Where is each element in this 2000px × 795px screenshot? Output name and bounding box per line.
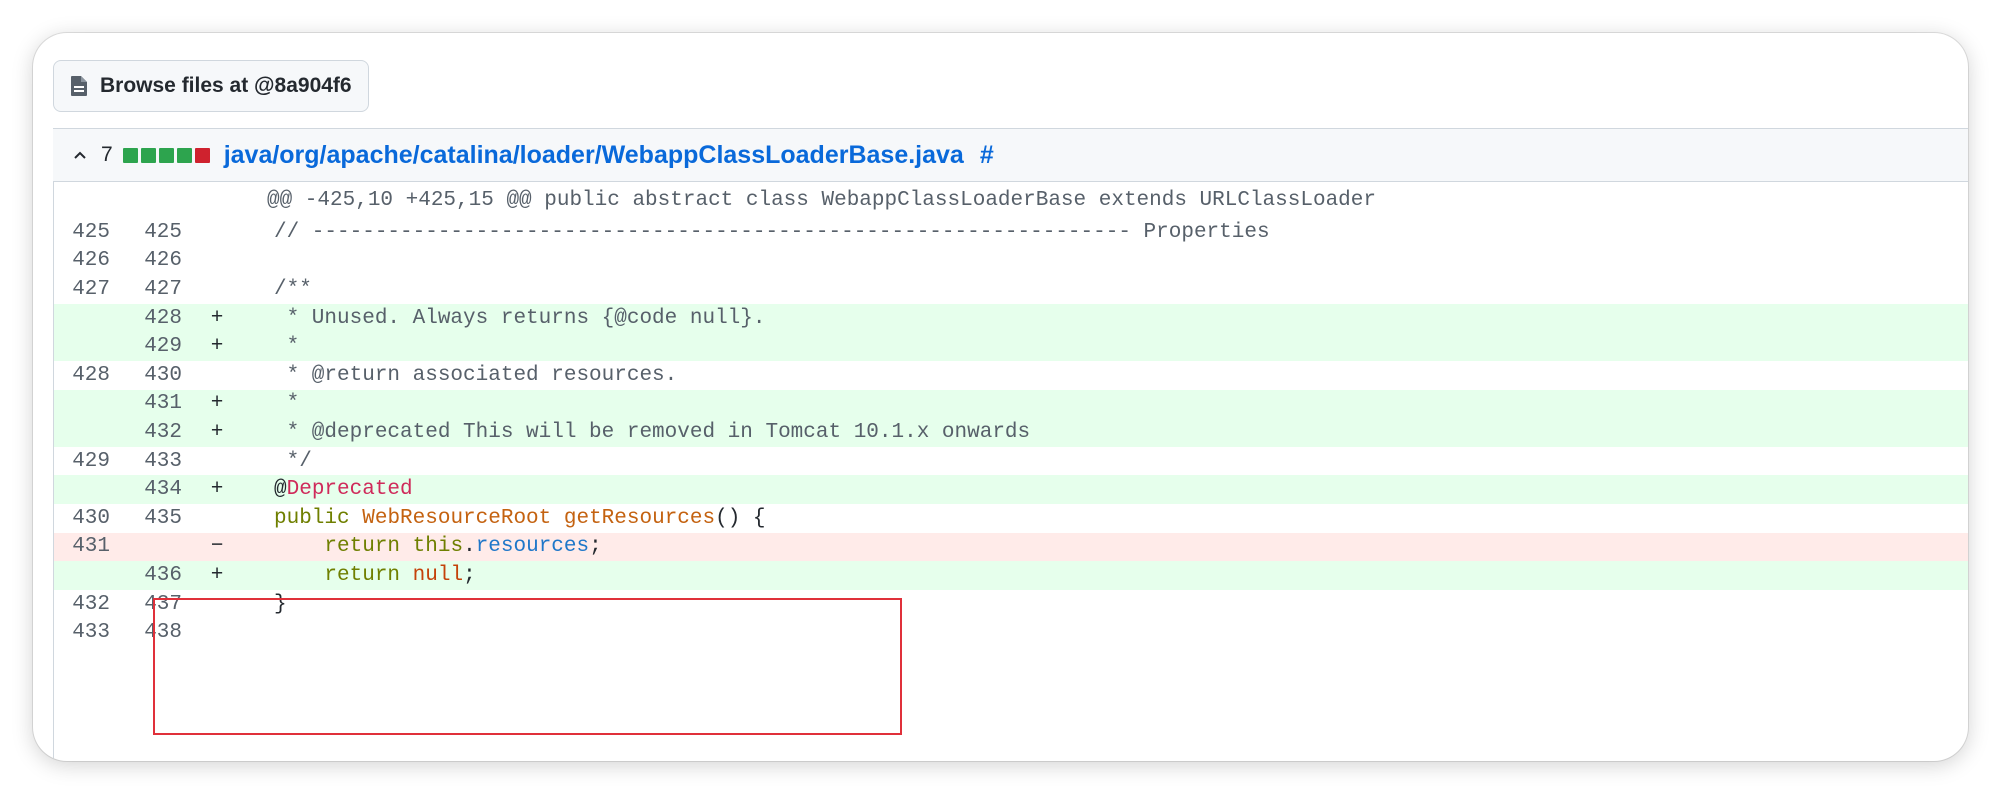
file-icon [70,75,88,97]
chevron-up-icon[interactable] [73,150,89,160]
diffstat-block [176,147,192,163]
old-line-number[interactable]: 433 [54,621,110,644]
new-line-number[interactable]: 435 [110,507,182,530]
new-line-number[interactable]: 437 [110,593,182,616]
change-count: 7 [101,143,113,166]
code-line: * Unused. Always returns {@code null}. [274,306,766,330]
diffstat [122,147,210,163]
diff-line-add: 436 + return null; [54,561,1968,590]
diff-marker: + [210,478,224,502]
diff-line-ctx: 430 435 public WebResourceRoot getResource… [54,504,1968,533]
diffstat-block [158,147,174,163]
code-line: * @deprecated This will be removed in To… [274,420,1031,444]
diff-line-add: 429 + * [54,332,1968,361]
code-line: */ [274,449,312,473]
code-line: @Deprecated [274,478,413,502]
old-line-number[interactable]: 432 [54,593,110,616]
diff-line-add: 432 + * @deprecated This will be removed … [54,418,1968,447]
code-line: return null; [324,563,476,587]
new-line-number[interactable]: 431 [110,392,182,415]
old-line-number[interactable]: 430 [54,507,110,530]
diff-table: @@ -425,10 +425,15 @@ public abstract cl… [53,182,1968,761]
diff-line-ctx: 425 425 // -------------------------------… [54,218,1968,247]
diffstat-block [122,147,138,163]
diff-line-ctx: 429 433 */ [54,447,1968,476]
new-line-number[interactable]: 425 [110,221,182,244]
diff-line-ctx: 433 438 [54,618,1968,647]
old-line-number[interactable]: 429 [54,450,110,473]
new-line-number[interactable]: 432 [110,421,182,444]
new-line-number[interactable]: 427 [110,278,182,301]
new-line-number[interactable]: 434 [110,478,182,501]
diff-marker: + [210,392,224,416]
code-line: public WebResourceRoot getResources() { [274,506,766,530]
diffstat-block [140,147,156,163]
hunk-header-row: @@ -425,10 +425,15 @@ public abstract cl… [54,182,1968,218]
old-line-number[interactable]: 426 [54,249,110,272]
new-line-number[interactable]: 426 [110,249,182,272]
diff-marker: + [210,563,224,587]
diff-line-del: 431 − return this.resources; [54,532,1968,562]
diff-marker: + [210,420,224,444]
hunk-header: @@ -425,10 +425,15 @@ public abstract cl… [267,188,1376,212]
code-line: // -------------------------------------… [274,220,1270,244]
file-header: 7 java/org/apache/catalina/loader/Webapp… [53,128,1968,182]
diffstat-block [194,147,210,163]
diff-line-ctx: 427 427 /** [54,275,1968,304]
diff-marker: + [210,335,224,359]
diff-marker: − [210,535,224,559]
old-line-number[interactable]: 428 [54,364,110,387]
code-line: } [274,592,287,616]
new-line-number[interactable]: 428 [110,307,182,330]
diff-window: Browse files at @8a904f6 7 java/org/apac… [33,33,1968,761]
diff-line-ctx: 432 437} [54,590,1968,619]
code-line: return this.resources; [324,535,602,559]
code-line: * @return associated resources. [274,363,678,387]
file-path-link[interactable]: java/org/apache/catalina/loader/WebappCl… [224,141,964,170]
new-line-number[interactable]: 433 [110,450,182,473]
new-line-number[interactable]: 430 [110,364,182,387]
diff-line-add: 434 + @Deprecated [54,475,1968,504]
browse-files-button[interactable]: Browse files at @8a904f6 [53,60,369,112]
new-line-number[interactable]: 438 [110,621,182,644]
code-line: /** [274,277,312,301]
diff-line-ctx: 426 426 [54,247,1968,276]
new-line-number[interactable]: 429 [110,335,182,358]
code-line: * [274,335,300,359]
diff-line-add: 428 + * Unused. Always returns {@code nul… [54,303,1968,333]
diff-line-ctx: 428 430 * @return associated resources. [54,361,1968,390]
diff-line-add: 431 + * [54,389,1968,419]
old-line-number[interactable]: 431 [54,535,110,558]
old-line-number[interactable]: 427 [54,278,110,301]
anchor-link[interactable]: # [980,141,994,170]
browse-files-label: Browse files at @8a904f6 [100,74,352,97]
old-line-number[interactable]: 425 [54,221,110,244]
code-line: * [274,392,300,416]
diff-marker: + [210,306,224,330]
new-line-number[interactable]: 436 [110,564,182,587]
